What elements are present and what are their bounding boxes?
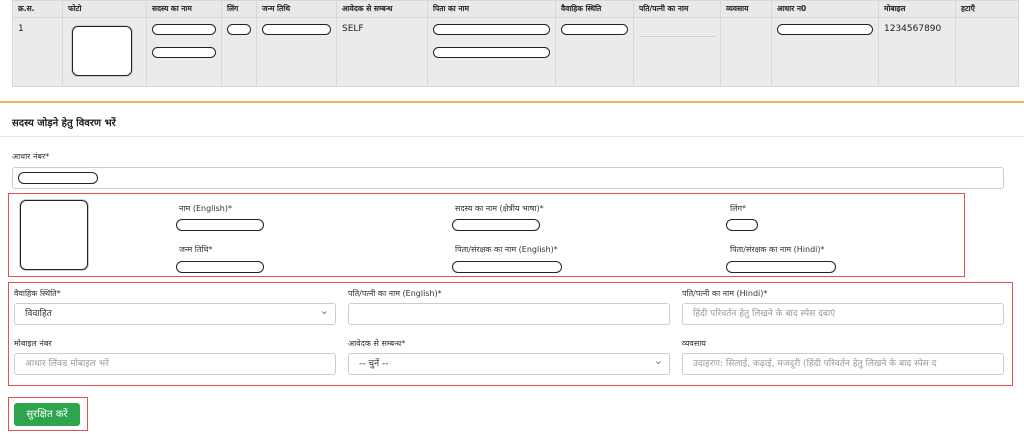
col-relation: आवेदक से सम्बन्ध: [336, 0, 428, 18]
occupation-input[interactable]: उदाहरण: सिलाई, कढ़ाई, मजदूरी (हिंदी परिव…: [682, 353, 1004, 375]
col-dob: जन्म तिथि: [256, 0, 337, 18]
redacted-field: [433, 47, 550, 58]
col-serial: क्र.स.: [12, 0, 63, 18]
col-delete: हटाएँ: [955, 0, 1019, 18]
father-english-input[interactable]: [452, 261, 562, 273]
cell-dob: [256, 17, 337, 87]
table-header-row: क्र.स. फोटो सदस्य का नाम लिंग जन्म तिथि …: [12, 0, 1019, 18]
cell-delete: [955, 17, 1019, 87]
redacted-field: [561, 24, 628, 35]
col-marital-status: वैवाहिक स्थिति: [555, 0, 634, 18]
marital-select[interactable]: विवाहित: [14, 303, 336, 325]
faded-value: [639, 36, 715, 37]
divider: [0, 136, 1024, 137]
col-occupation: व्यवसाय: [720, 0, 772, 18]
cell-relation: SELF: [336, 17, 428, 87]
cell-spouse-name: [633, 17, 721, 87]
col-photo: फोटो: [62, 0, 147, 18]
name-english-input[interactable]: [176, 219, 264, 231]
cell-member-name: [146, 17, 222, 87]
redacted-field: [262, 24, 331, 35]
save-button[interactable]: सुरक्षित करें: [14, 403, 80, 426]
col-aadhaar: आधार न0: [771, 0, 879, 18]
redacted-field: [777, 24, 873, 35]
cell-photo: [62, 17, 147, 87]
gender-input[interactable]: [726, 219, 758, 231]
mobile-input[interactable]: आधार लिंक्ड मोबाइल भरें: [14, 353, 336, 375]
father-english-label: पिता/संरक्षक का नाम (English)*: [455, 245, 558, 254]
cell-aadhaar: [771, 17, 879, 87]
spouse-english-label: पति/पत्नी का नाम (English)*: [348, 289, 442, 298]
col-spouse-name: पति/पत्नी का नाम: [633, 0, 721, 18]
table-row: 1 SELF 1234567890: [12, 17, 1019, 87]
cell-marital-status: [555, 17, 634, 87]
name-regional-label: सदस्य का नाम (क्षेत्रीय भाषा)*: [455, 204, 544, 213]
cell-serial: 1: [12, 17, 63, 87]
panel-title: सदस्य जोड़ने हेतु विवरण भरें: [12, 118, 116, 129]
spouse-english-input[interactable]: [348, 303, 670, 325]
relation-select[interactable]: -- चुनें --: [348, 353, 670, 375]
name-regional-input[interactable]: [452, 219, 540, 231]
add-member-panel: सदस्य जोड़ने हेतु विवरण भरें आधार नंबर* …: [0, 101, 1024, 439]
name-english-label: नाम (English)*: [179, 204, 232, 213]
occupation-label: व्यवसाय: [682, 339, 706, 348]
cell-gender: [221, 17, 257, 87]
aadhaar-label: आधार नंबर*: [12, 152, 50, 161]
father-hindi-input[interactable]: [726, 261, 836, 273]
spouse-hindi-input[interactable]: हिंदी परिवर्तन हेतु लिखने के बाद स्पेस द…: [682, 303, 1004, 325]
member-photo-upload[interactable]: [20, 200, 88, 270]
member-photo: [72, 26, 132, 76]
redacted-field: [227, 24, 251, 35]
dob-input[interactable]: [176, 261, 264, 273]
spouse-hindi-label: पति/पत्नी का नाम (Hindi)*: [682, 289, 768, 298]
marital-label: वैवाहिक स्थिति*: [14, 289, 61, 298]
members-table: क्र.स. फोटो सदस्य का नाम लिंग जन्म तिथि …: [12, 0, 1019, 87]
relation-label: आवेदक से सम्बन्ध*: [348, 339, 406, 348]
father-hindi-label: पिता/संरक्षक का नाम (Hindi)*: [730, 245, 825, 254]
cell-occupation: [720, 17, 772, 87]
cell-mobile: 1234567890: [878, 17, 956, 87]
redacted-field: [152, 24, 216, 35]
redacted-field: [152, 47, 216, 58]
cell-father-name: [427, 17, 556, 87]
col-mobile: मोबाइल: [878, 0, 956, 18]
redacted-field: [433, 24, 550, 35]
col-member-name: सदस्य का नाम: [146, 0, 222, 18]
redacted-aadhaar: [18, 172, 98, 184]
aadhaar-input[interactable]: [12, 167, 1004, 189]
mobile-label: मोबाइल नंबर: [14, 339, 52, 348]
col-father-name: पिता का नाम: [427, 0, 556, 18]
gender-label: लिंग*: [730, 204, 746, 213]
dob-label: जन्म तिथि*: [179, 245, 213, 254]
col-gender: लिंग: [221, 0, 257, 18]
